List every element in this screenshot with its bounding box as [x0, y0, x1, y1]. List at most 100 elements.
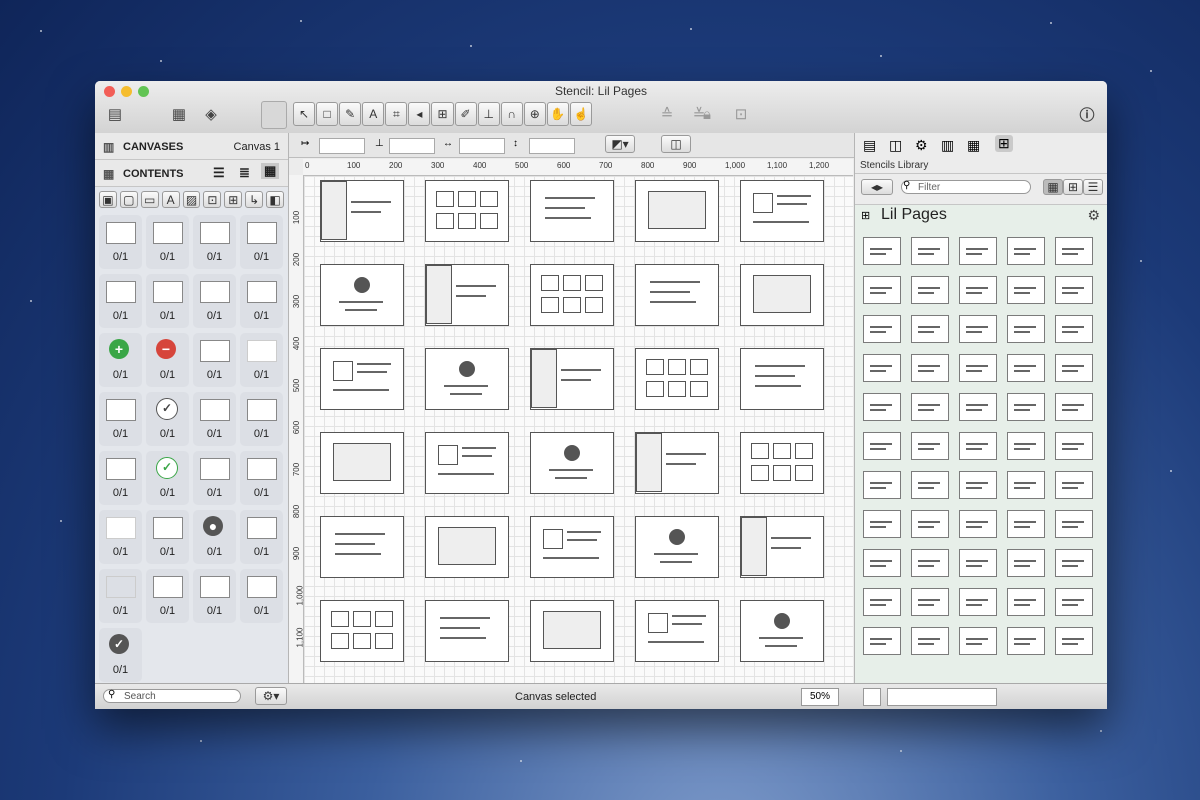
point-tool-icon[interactable]: ◂: [408, 102, 431, 126]
list-icon[interactable]: ☰: [1083, 179, 1103, 195]
stencil-item[interactable]: [1055, 237, 1093, 265]
zoom-tool-icon[interactable]: ⊕: [523, 102, 546, 126]
filter-line-icon[interactable]: ▭: [140, 191, 159, 208]
stencil-item[interactable]: [911, 432, 949, 460]
wireframe-page[interactable]: [320, 432, 404, 494]
wireframe-page[interactable]: [635, 264, 719, 326]
stencil-item[interactable]: [863, 393, 901, 421]
filter-layer-icon[interactable]: ◧: [266, 191, 285, 208]
stencil-item[interactable]: [959, 315, 997, 343]
style-brush-icon[interactable]: ✐: [454, 102, 477, 126]
list-item[interactable]: 0/1: [99, 215, 142, 269]
list-item[interactable]: 0/1: [99, 274, 142, 328]
back-forward-icon[interactable]: ◂▸: [861, 179, 893, 195]
canvas-inspector-icon[interactable]: ▤: [863, 137, 876, 154]
list-item[interactable]: 0/1: [193, 451, 236, 505]
stencil-item[interactable]: [1007, 471, 1045, 499]
list-item[interactable]: 0/1: [99, 510, 142, 564]
stencil-item[interactable]: [1055, 315, 1093, 343]
stroke-swatch[interactable]: [887, 688, 997, 706]
properties-icon[interactable]: ▥: [941, 137, 954, 154]
zoom-field[interactable]: 50%: [801, 688, 839, 706]
stencil-item[interactable]: [911, 627, 949, 655]
wireframe-page[interactable]: [425, 348, 509, 410]
wireframe-page[interactable]: [320, 516, 404, 578]
list-item[interactable]: 0/1: [193, 274, 236, 328]
list-item[interactable]: ● 0/1: [193, 510, 236, 564]
wireframe-page[interactable]: [740, 432, 824, 494]
list-item[interactable]: ✓ 0/1: [99, 628, 142, 682]
stencil-item[interactable]: [1007, 276, 1045, 304]
wireframe-page[interactable]: [425, 180, 509, 242]
wireframe-page[interactable]: [635, 432, 719, 494]
stencil-item[interactable]: [1055, 354, 1093, 382]
stencil-item[interactable]: [1055, 432, 1093, 460]
stencil-item[interactable]: [1055, 549, 1093, 577]
list-item[interactable]: 0/1: [193, 333, 236, 387]
wireframe-page[interactable]: [740, 348, 824, 410]
filter-text-icon[interactable]: A: [161, 191, 180, 208]
stencil-item[interactable]: [911, 471, 949, 499]
gear-icon[interactable]: ⚙: [915, 137, 928, 154]
stamp-tool-icon[interactable]: ⊥: [477, 102, 500, 126]
wireframe-page[interactable]: [320, 600, 404, 662]
browse-tool-icon[interactable]: ☝: [569, 102, 593, 126]
wireframe-page[interactable]: [530, 348, 614, 410]
stencil-item[interactable]: [1055, 627, 1093, 655]
width-field[interactable]: [459, 138, 505, 154]
wireframe-page[interactable]: [530, 432, 614, 494]
wireframe-page[interactable]: [740, 600, 824, 662]
wireframe-page[interactable]: [740, 180, 824, 242]
stencil-settings-icon[interactable]: ⚙: [1087, 207, 1100, 224]
shape-combine-icon[interactable]: ◫: [661, 135, 691, 153]
stencil-item[interactable]: [959, 393, 997, 421]
hand-tool-icon[interactable]: ✋: [546, 102, 569, 126]
filter-shape-icon[interactable]: ▢: [119, 191, 138, 208]
selection-tool-icon[interactable]: ↖: [293, 102, 316, 126]
filter-connect-icon[interactable]: ↳: [245, 191, 264, 208]
wireframe-page[interactable]: [425, 432, 509, 494]
stencil-item[interactable]: [959, 432, 997, 460]
wireframe-page[interactable]: [635, 516, 719, 578]
style-inspector-icon[interactable]: ◫: [889, 137, 902, 154]
wireframe-page[interactable]: [320, 264, 404, 326]
stencil-item[interactable]: [863, 276, 901, 304]
filter-image-icon[interactable]: ▨: [182, 191, 201, 208]
lock-icon[interactable]: 🔒︎: [695, 101, 719, 127]
stencil-item[interactable]: [911, 315, 949, 343]
layers-icon[interactable]: ◈: [199, 101, 223, 127]
wireframe-page[interactable]: [530, 600, 614, 662]
stencil-item[interactable]: [1055, 588, 1093, 616]
canvas-selector[interactable]: Canvas 1: [234, 141, 280, 153]
stencil-item[interactable]: [1007, 237, 1045, 265]
stencil-item[interactable]: [1055, 510, 1093, 538]
pen-tool-icon[interactable]: ✎: [339, 102, 362, 126]
wireframe-page[interactable]: [530, 516, 614, 578]
stencil-item[interactable]: [1007, 510, 1045, 538]
stencil-item[interactable]: [1007, 393, 1045, 421]
list-item[interactable]: 0/1: [240, 392, 283, 446]
stencil-item[interactable]: [863, 510, 901, 538]
stencil-item[interactable]: [959, 510, 997, 538]
magnet-tool-icon[interactable]: ∩: [500, 102, 523, 126]
list-item[interactable]: 0/1: [146, 274, 189, 328]
list-item[interactable]: 0/1: [240, 333, 283, 387]
stencil-item[interactable]: [911, 276, 949, 304]
list-item[interactable]: 0/1: [146, 569, 189, 623]
filter-group-icon[interactable]: ⊡: [203, 191, 222, 208]
stencil-item[interactable]: [959, 354, 997, 382]
stencil-item[interactable]: [959, 237, 997, 265]
list-item[interactable]: 0/1: [240, 274, 283, 328]
stencils-icon[interactable]: ⊞: [995, 135, 1013, 152]
list-item[interactable]: 0/1: [240, 215, 283, 269]
stencil-item[interactable]: [911, 588, 949, 616]
list-item[interactable]: 0/1: [193, 215, 236, 269]
list-item[interactable]: 0/1: [99, 569, 142, 623]
list-item[interactable]: ✓ 0/1: [146, 451, 189, 505]
list-item[interactable]: 0/1: [99, 451, 142, 505]
stencil-item[interactable]: [863, 354, 901, 382]
wireframe-page[interactable]: [635, 600, 719, 662]
stencil-item[interactable]: [1007, 354, 1045, 382]
detail-view-icon[interactable]: ≣: [239, 165, 250, 181]
stencil-item[interactable]: [863, 549, 901, 577]
